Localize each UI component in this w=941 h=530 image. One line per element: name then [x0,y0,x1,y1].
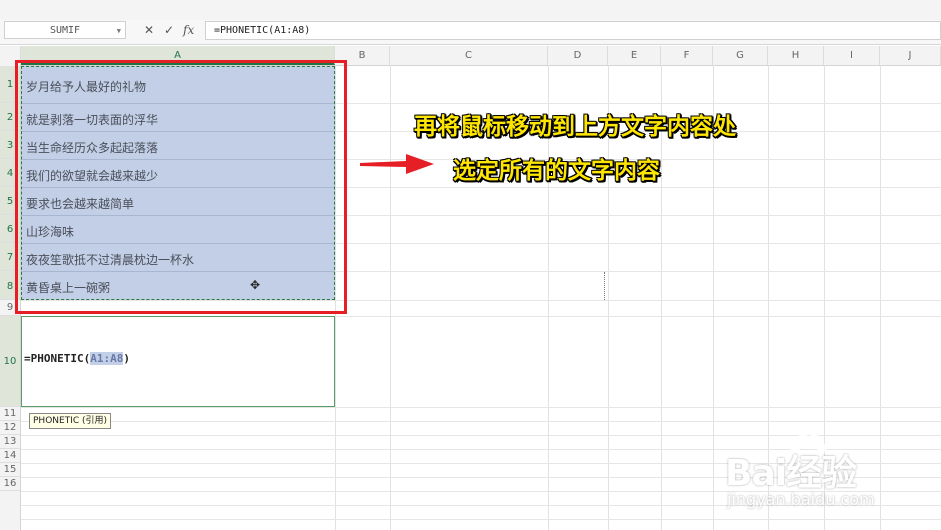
column-header-e[interactable]: E [608,46,661,65]
title-bar [0,0,941,20]
column-header-g[interactable]: G [713,46,768,65]
instruction-line-2: 选定所有的文字内容 [453,158,660,184]
row-header-13[interactable]: 13 [0,435,20,449]
row-header-14[interactable]: 14 [0,449,20,463]
fx-icon[interactable]: fx [183,22,194,38]
watermark: Bai经验 jingyan.baidu.com [725,430,925,520]
chevron-down-icon[interactable]: ▼ [117,22,121,40]
divider [604,272,606,300]
formula-prefix: =PHONETIC( [24,352,91,365]
row-header-16[interactable]: 16 [0,477,20,491]
column-header-f[interactable]: F [661,46,713,65]
cancel-icon[interactable]: ✕ [144,22,154,38]
cell-a10-formula[interactable]: =PHONETIC(A1:A8) [24,352,130,365]
enter-icon[interactable]: ✓ [164,22,174,38]
highlight-box [15,60,347,314]
column-header-c[interactable]: C [390,46,548,65]
arrow-right-icon [360,154,434,174]
row-header-11[interactable]: 11 [0,407,20,421]
formula-range-reference: A1:A8 [90,352,124,365]
grid-line [390,65,391,530]
column-header-h[interactable]: H [768,46,824,65]
row-header-12[interactable]: 12 [0,421,20,435]
function-tooltip: PHONETIC (引用) [29,413,112,429]
instruction-line-1: 再将鼠标移动到上方文字内容处 [414,114,736,140]
name-box[interactable]: SUMIF ▼ [4,21,126,39]
column-header-j[interactable]: J [880,46,941,65]
column-header-i[interactable]: I [824,46,880,65]
watermark-brand: Bai经验 [725,453,857,494]
row-header-10[interactable]: 10 [0,316,20,407]
row-header-15[interactable]: 15 [0,463,20,477]
grid-line [20,407,941,408]
formula-suffix: ) [123,352,130,365]
watermark-url: jingyan.baidu.com [727,490,875,509]
name-box-value: SUMIF [49,25,81,36]
grid-line [20,421,941,422]
formula-input[interactable]: =PHONETIC(A1:A8) [205,21,941,40]
column-header-d[interactable]: D [548,46,608,65]
